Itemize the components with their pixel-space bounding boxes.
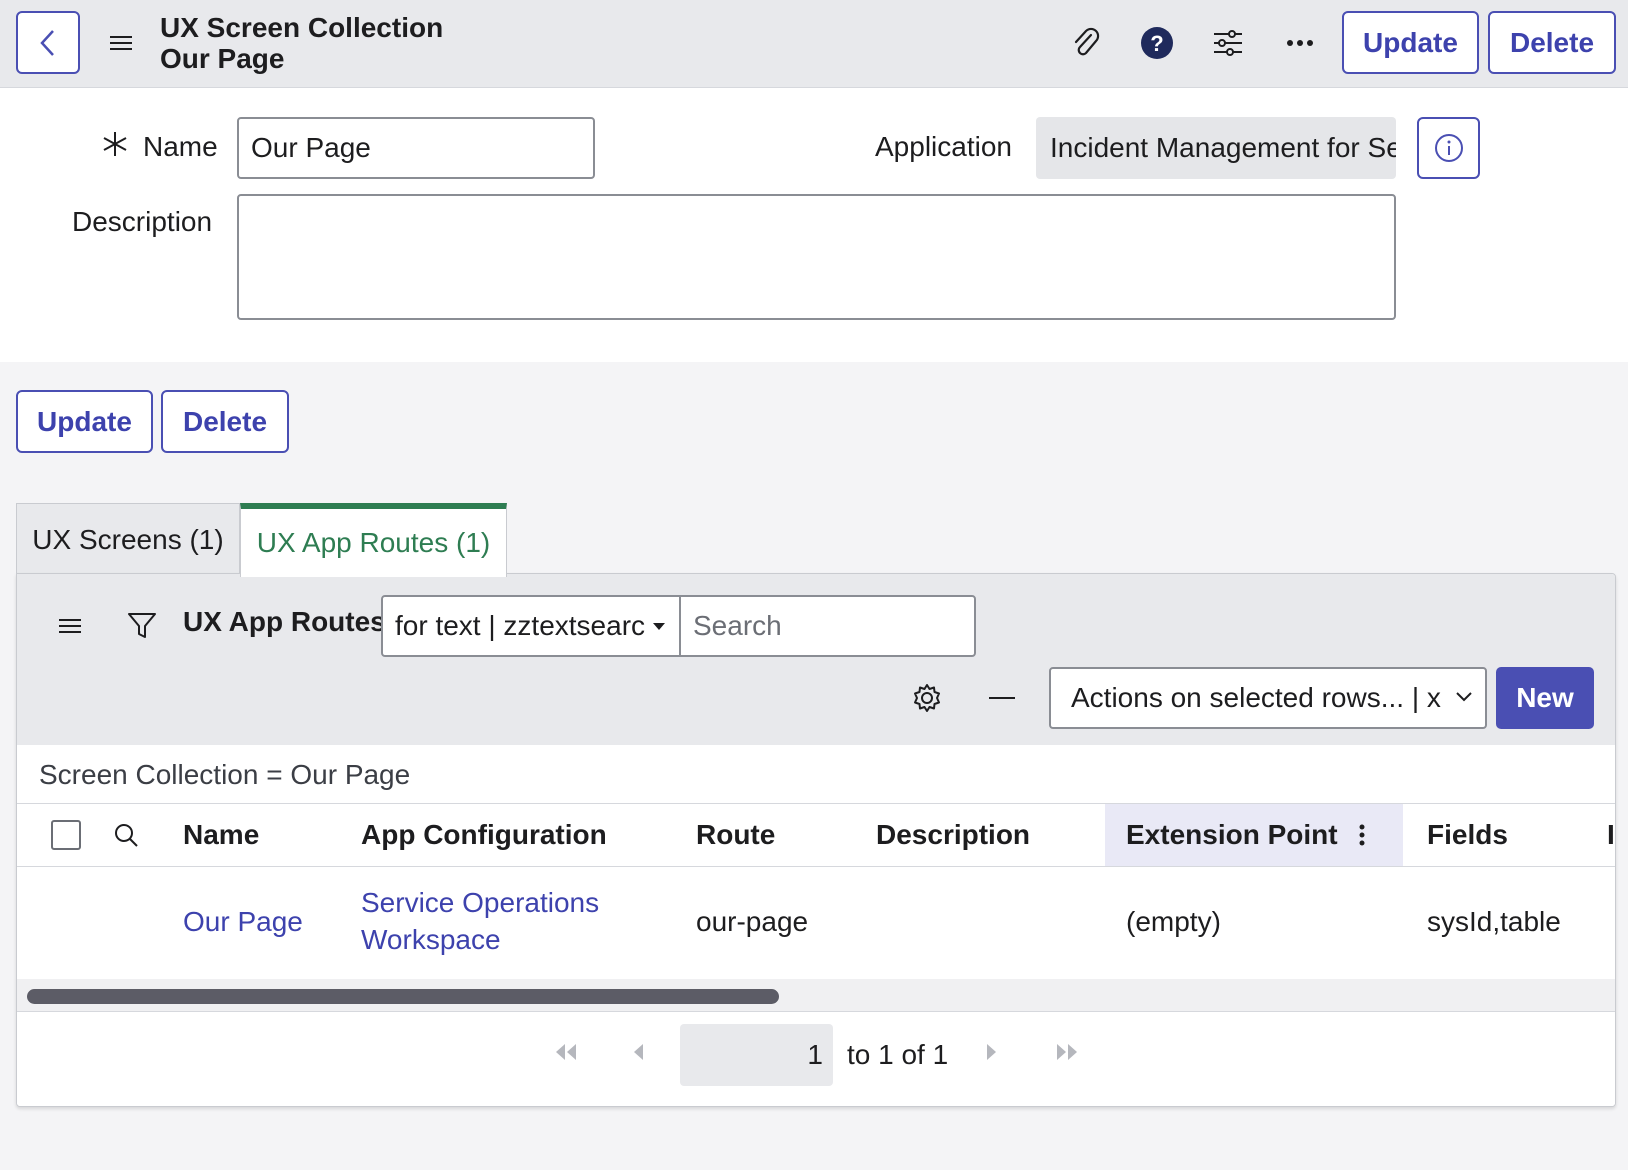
personalize-form-icon[interactable] [1209, 24, 1247, 62]
caret-down-icon [653, 623, 665, 630]
actions-select-value: Actions on selected rows... | x [1071, 682, 1441, 713]
page-range-text: to 1 of 1 [847, 1039, 949, 1070]
header-update-button[interactable]: Update [1342, 11, 1479, 74]
column-header-description[interactable]: Description [876, 804, 1030, 866]
breadcrumb[interactable]: Screen Collection = Our Page [39, 759, 410, 791]
column-header-name[interactable]: Name [183, 804, 259, 866]
column-header-route[interactable]: Route [696, 804, 775, 866]
tab-ux-screens[interactable]: UX Screens (1) [16, 503, 240, 575]
cell-app-configuration-link-line2[interactable]: Workspace [361, 922, 501, 958]
record-display-name: Our Page [160, 43, 285, 74]
page-number-input[interactable]: 1 [680, 1024, 833, 1086]
chevron-down-icon [1456, 692, 1472, 702]
list-title: UX App Routes [183, 606, 386, 637]
last-page-icon[interactable] [1054, 1042, 1080, 1067]
list-search-input[interactable]: Search [680, 595, 976, 657]
column-header-app-configuration[interactable]: App Configuration [361, 804, 607, 866]
name-label: Name [143, 131, 218, 162]
table-header: Name App Configuration Route Description… [17, 803, 1615, 867]
pagination: 1 to 1 of 1 [17, 1011, 1615, 1106]
record-type-title: UX Screen Collection [160, 12, 444, 43]
next-page-icon[interactable] [985, 1042, 999, 1067]
new-button[interactable]: New [1496, 667, 1594, 729]
more-options-icon[interactable] [1281, 24, 1319, 62]
gear-icon[interactable] [911, 682, 943, 719]
select-all-checkbox[interactable] [51, 820, 81, 850]
column-header-extension-point[interactable]: Extension Point [1126, 804, 1338, 866]
cell-extension-point: (empty) [1126, 906, 1221, 937]
filter-icon[interactable] [127, 612, 157, 645]
svg-text:?: ? [1150, 31, 1163, 56]
page-title: UX Screen Collection Our Page [160, 12, 443, 74]
form-update-button[interactable]: Update [16, 390, 153, 453]
tab-ux-app-routes[interactable]: UX App Routes (1) [240, 503, 507, 577]
paperclip-icon[interactable] [1067, 24, 1105, 62]
record-header: UX Screen Collection Our Page ? Update D… [0, 0, 1628, 88]
scrollbar-thumb[interactable] [27, 989, 779, 1004]
first-page-icon[interactable] [553, 1042, 579, 1067]
list-toolbar: UX App Routes for text | zztextsearc Sea… [17, 574, 1615, 745]
collapse-list-icon[interactable] [989, 697, 1015, 699]
related-list-panel: UX App Routes for text | zztextsearc Sea… [16, 573, 1616, 1107]
search-field-select[interactable]: for text | zztextsearc [381, 595, 681, 657]
list-context-menu-icon[interactable] [59, 619, 81, 633]
previous-page-icon[interactable] [631, 1042, 645, 1067]
form-context-menu-icon[interactable] [110, 36, 132, 50]
column-options-icon[interactable] [1359, 824, 1365, 851]
description-label: Description [72, 206, 213, 237]
search-field-value: for text | zztextsearc [395, 610, 646, 641]
cell-fields: sysId,table [1427, 906, 1561, 937]
help-icon[interactable]: ? [1138, 24, 1176, 62]
application-label: Application [875, 131, 1012, 162]
table-row[interactable]: Our Page Service Operations Workspace ou… [17, 867, 1615, 979]
info-icon [1434, 134, 1463, 162]
horizontal-scrollbar[interactable] [17, 979, 1615, 1011]
cell-app-configuration-link-line1[interactable]: Service Operations [361, 885, 599, 921]
header-delete-button[interactable]: Delete [1488, 11, 1616, 74]
form-delete-button[interactable]: Delete [161, 390, 289, 453]
cell-name-link[interactable]: Our Page [183, 904, 303, 940]
back-button[interactable] [16, 11, 80, 74]
application-field: Incident Management for Se [1036, 117, 1396, 179]
cell-route: our-page [696, 906, 809, 937]
column-header-fields[interactable]: Fields [1427, 804, 1508, 866]
mandatory-asterisk-icon [102, 131, 128, 164]
actions-select[interactable]: Actions on selected rows... | x [1049, 667, 1487, 729]
application-info-button[interactable] [1417, 117, 1480, 179]
chevron-left-icon [40, 29, 54, 56]
name-input[interactable]: Our Page [237, 117, 595, 179]
search-icon[interactable] [113, 822, 139, 853]
record-form: Name Our Page Application Incident Manag… [0, 88, 1628, 362]
column-header-truncated[interactable]: I [1607, 804, 1615, 866]
description-textarea[interactable] [237, 194, 1396, 320]
